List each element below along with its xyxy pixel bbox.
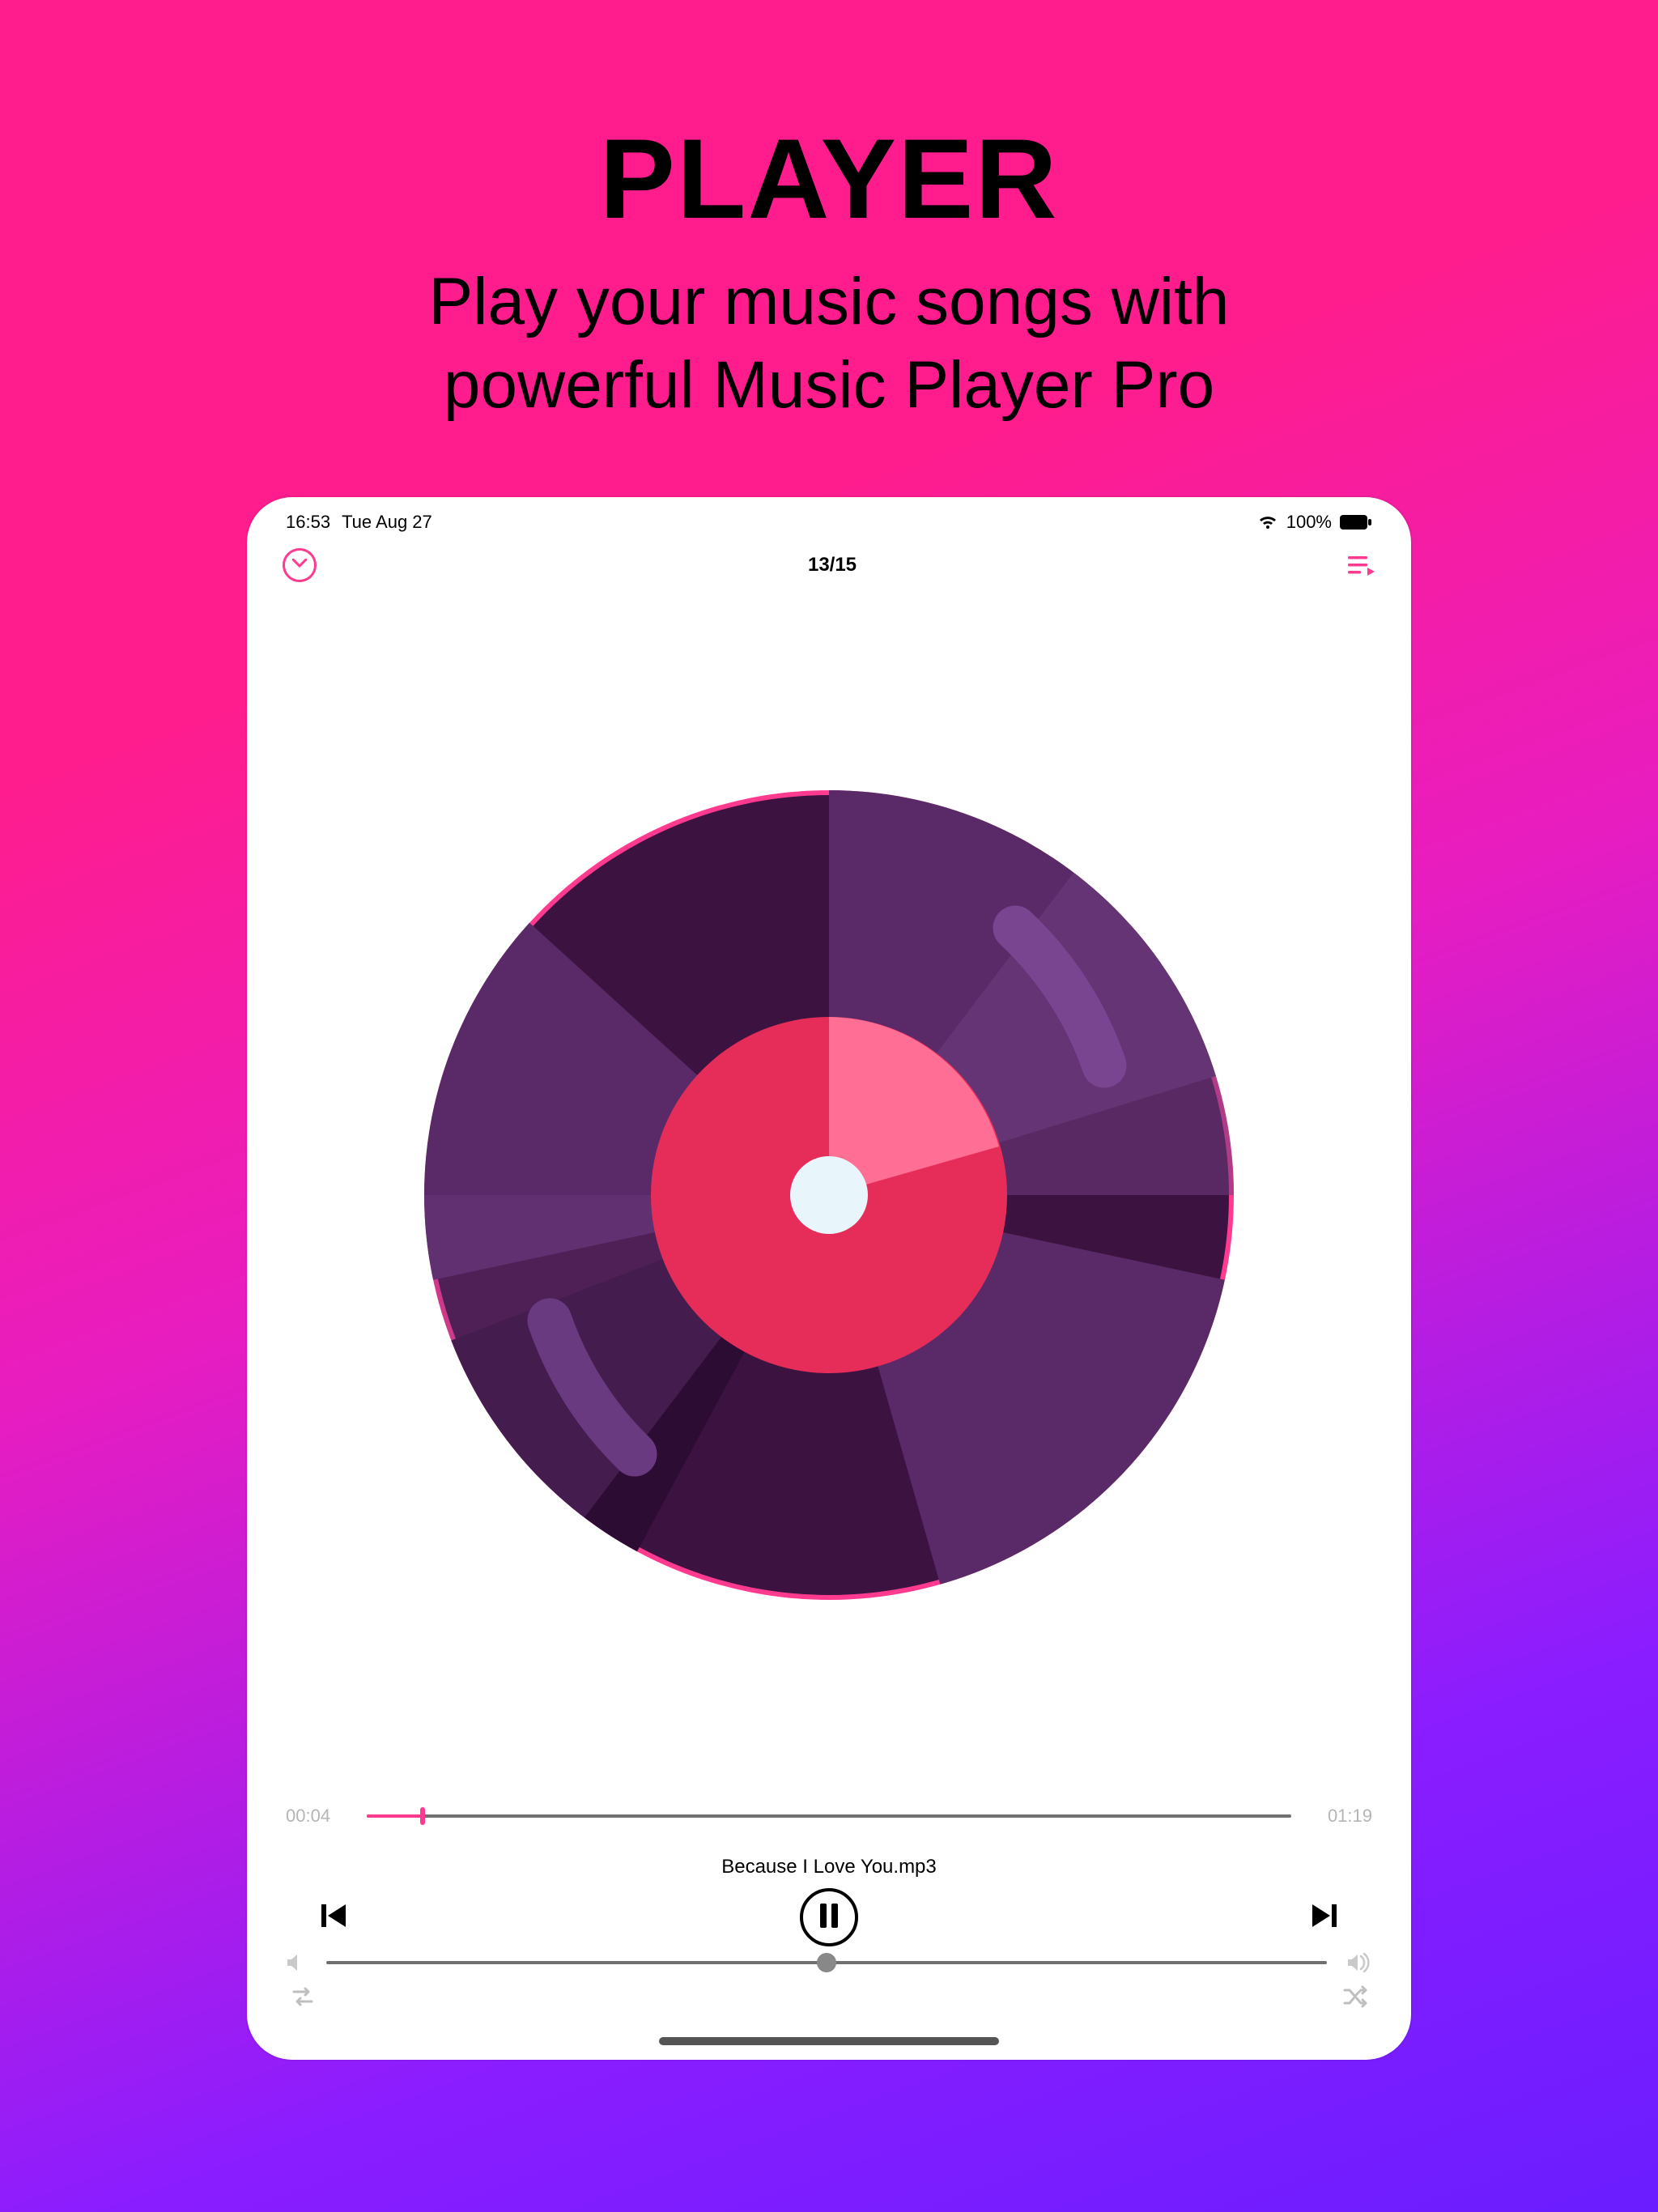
home-indicator[interactable] bbox=[659, 2037, 999, 2045]
repeat-button[interactable] bbox=[289, 1985, 317, 2008]
player-header: 13/15 bbox=[247, 541, 1411, 589]
promo-title: PLAYER bbox=[0, 113, 1658, 245]
wifi-icon bbox=[1257, 514, 1278, 530]
transport-controls bbox=[286, 1888, 1372, 1946]
collapse-button[interactable] bbox=[283, 548, 317, 582]
album-art-area bbox=[247, 589, 1411, 1804]
seek-thumb bbox=[420, 1807, 425, 1825]
seek-row: 00:04 01:19 bbox=[286, 1804, 1372, 1828]
previous-button[interactable] bbox=[318, 1899, 351, 1936]
player-controls: 00:04 01:19 Because I Love You.mp3 bbox=[247, 1804, 1411, 2060]
seek-slider[interactable] bbox=[367, 1804, 1291, 1828]
promo-headline: PLAYER Play your music songs with powerf… bbox=[0, 113, 1658, 427]
skip-next-icon bbox=[1307, 1921, 1340, 1935]
queue-button[interactable] bbox=[1348, 555, 1375, 576]
promo-background: PLAYER Play your music songs with powerf… bbox=[0, 0, 1658, 2212]
duration-time: 01:19 bbox=[1316, 1806, 1372, 1827]
vinyl-record-icon bbox=[424, 790, 1234, 1604]
volume-high-icon bbox=[1346, 1953, 1372, 1972]
promo-subtitle: Play your music songs with powerful Musi… bbox=[0, 261, 1658, 427]
track-counter: 13/15 bbox=[808, 554, 857, 576]
volume-slider[interactable] bbox=[326, 1959, 1327, 1966]
shuffle-icon bbox=[1341, 1985, 1369, 2008]
volume-row bbox=[286, 1953, 1372, 1972]
status-date: Tue Aug 27 bbox=[342, 512, 432, 533]
battery-icon bbox=[1340, 515, 1372, 530]
play-pause-button[interactable] bbox=[800, 1888, 858, 1946]
status-bar: 16:53 Tue Aug 27 100% bbox=[247, 497, 1411, 541]
mode-row bbox=[286, 1985, 1372, 2008]
chevron-down-icon bbox=[292, 558, 307, 572]
repeat-icon bbox=[289, 1985, 317, 2008]
queue-icon bbox=[1348, 555, 1375, 576]
elapsed-time: 00:04 bbox=[286, 1806, 342, 1827]
next-button[interactable] bbox=[1307, 1899, 1340, 1936]
status-time: 16:53 bbox=[286, 512, 330, 533]
pause-icon bbox=[818, 1904, 840, 1932]
seek-fill bbox=[367, 1814, 423, 1818]
song-title: Because I Love You.mp3 bbox=[286, 1856, 1372, 1878]
status-battery-percent: 100% bbox=[1286, 512, 1332, 533]
volume-thumb bbox=[817, 1953, 836, 1972]
shuffle-button[interactable] bbox=[1341, 1985, 1369, 2008]
volume-low-icon bbox=[286, 1953, 307, 1972]
tablet-frame: 16:53 Tue Aug 27 100% 13/15 bbox=[247, 497, 1411, 2060]
skip-previous-icon bbox=[318, 1921, 351, 1935]
